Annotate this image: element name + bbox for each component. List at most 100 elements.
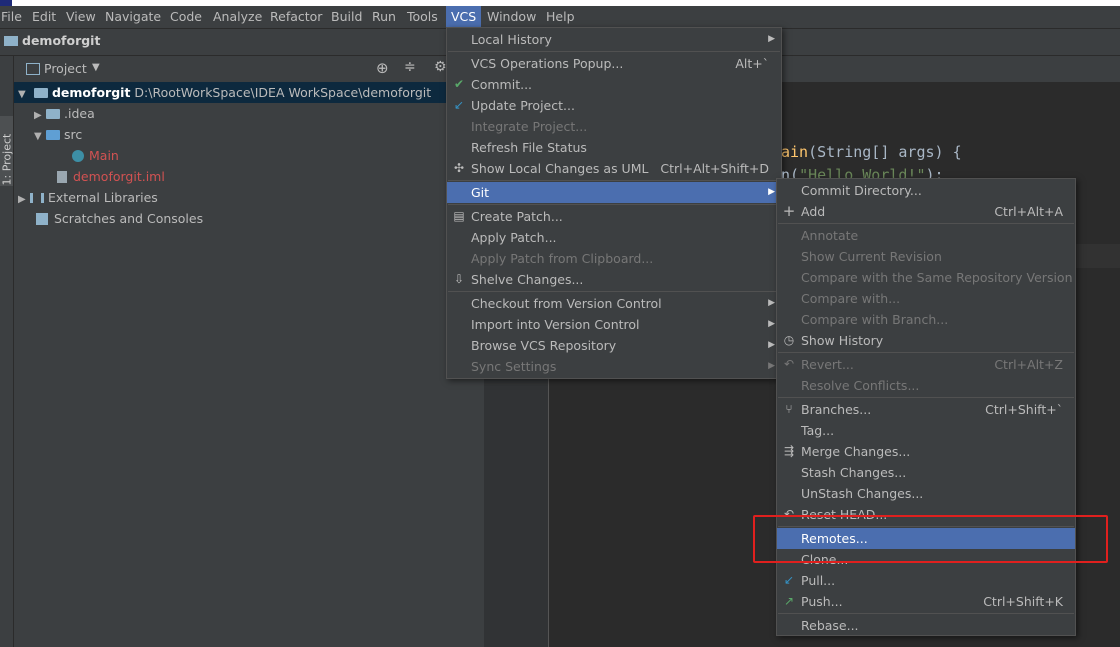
menu-analyze[interactable]: Analyze [212, 6, 263, 28]
project-view-icon [26, 63, 40, 75]
tree-ext-libs-label: External Libraries [48, 190, 158, 205]
menu-item-vcs-operations-popup[interactable]: VCS Operations Popup... Alt+` [447, 53, 781, 74]
clock-icon: ◷ [783, 333, 795, 347]
menu-item-resolve-conflicts: Resolve Conflicts... [801, 378, 920, 393]
menu-item-branches[interactable]: ⑂ Branches... Ctrl+Shift+` [777, 399, 1075, 420]
menu-item-show-history[interactable]: ◷ Show History [777, 330, 1075, 351]
menu-item-shelve-changes[interactable]: ⇩ Shelve Changes... [447, 269, 781, 290]
push-arrow-icon: ↗ [783, 594, 795, 608]
project-folder-icon [4, 36, 18, 46]
menu-edit[interactable]: Edit [31, 6, 57, 28]
tree-iml-label: demoforgit.iml [73, 169, 165, 184]
menu-item-push[interactable]: ↗ Push... Ctrl+Shift+K [777, 591, 1075, 612]
menu-item-pull[interactable]: ↙ Pull... [777, 570, 1075, 591]
menu-item-show-current-revision: Show Current Revision [801, 249, 942, 264]
module-file-icon [57, 171, 67, 183]
merge-icon: ⇶ [783, 444, 795, 458]
project-view-selector[interactable]: Project [44, 61, 87, 76]
menu-item-add[interactable]: + Add Ctrl+Alt+A [777, 201, 1075, 222]
submenu-arrow-icon: ▶ [768, 340, 775, 350]
source-folder-icon [46, 130, 60, 140]
submenu-arrow-icon: ▶ [768, 34, 775, 44]
branch-icon: ⑂ [785, 402, 793, 416]
library-icon [30, 193, 44, 203]
project-panel-header: Project ▼ ⊕ ≑ ⚙ [14, 59, 484, 81]
collapse-all-icon[interactable]: ≑ [404, 59, 416, 75]
menu-item-update-project[interactable]: ↙ Update Project... [447, 95, 781, 116]
menu-item-apply-patch-clipboard: Apply Patch from Clipboard... [471, 251, 654, 266]
menu-item-apply-patch[interactable]: Apply Patch... [447, 227, 781, 248]
submenu-arrow-icon: ▶ [768, 361, 775, 371]
tree-main-label: Main [89, 148, 119, 163]
menu-view[interactable]: View [65, 6, 97, 28]
menu-item-tag[interactable]: Tag... [777, 420, 1075, 441]
tree-idea-label: .idea [64, 106, 95, 121]
menu-refactor[interactable]: Refactor [269, 6, 323, 28]
menu-vcs[interactable]: VCS [446, 6, 482, 28]
pull-arrow-icon: ↙ [783, 573, 795, 587]
collapse-icon[interactable]: ▶ [34, 105, 46, 126]
menu-help[interactable]: Help [545, 6, 576, 28]
tree-row-external-libraries[interactable]: ▶ External Libraries [18, 187, 158, 208]
current-line-highlight [1075, 244, 1120, 268]
expand-icon[interactable]: ▼ [18, 84, 30, 105]
menu-item-stash-changes[interactable]: Stash Changes... [777, 462, 1075, 483]
menu-item-commit-directory[interactable]: Commit Directory... [777, 180, 1075, 201]
menu-item-annotate: Annotate [801, 228, 859, 243]
plus-icon: + [782, 202, 796, 220]
menu-item-local-history[interactable]: Local History ▶ [447, 29, 781, 50]
revert-icon: ↶ [783, 357, 795, 371]
tree-scratches-label: Scratches and Consoles [54, 211, 204, 226]
collapse-icon[interactable]: ▶ [18, 189, 30, 210]
menu-item-git[interactable]: Git ▶ [447, 182, 781, 203]
java-class-icon [72, 150, 84, 162]
tree-row-idea[interactable]: ▶ .idea [34, 103, 95, 124]
menu-item-compare-branch: Compare with Branch... [801, 312, 949, 327]
menu-code[interactable]: Code [169, 6, 203, 28]
patch-file-icon: ▤ [453, 209, 465, 223]
menu-item-browse-repository[interactable]: Browse VCS Repository ▶ [447, 335, 781, 356]
menu-item-rebase[interactable]: Rebase... [777, 615, 1075, 636]
annotation-highlight-box [753, 515, 1108, 563]
tree-row-src[interactable]: ▼ src [34, 124, 82, 145]
menu-run[interactable]: Run [371, 6, 397, 28]
menu-item-show-local-changes-uml[interactable]: ✣ Show Local Changes as UML Ctrl+Alt+Shift… [447, 158, 781, 179]
tree-row-scratches[interactable]: Scratches and Consoles [36, 208, 203, 229]
menu-item-unstash-changes[interactable]: UnStash Changes... [777, 483, 1075, 504]
tree-row-root[interactable]: ▼ demoforgit D:\RootWorkSpace\IDEA WorkS… [14, 82, 484, 103]
menu-tools[interactable]: Tools [406, 6, 439, 28]
locate-icon[interactable]: ⊕ [376, 59, 389, 77]
project-tool-tab-label: 1: Project [0, 133, 14, 186]
code-line-main[interactable]: ain(String[] args) { [781, 143, 962, 161]
project-folder-icon [33, 88, 48, 98]
menu-item-merge-changes[interactable]: ⇶ Merge Changes... [777, 441, 1075, 462]
tree-root-name: demoforgit [51, 85, 131, 100]
checkmark-icon: ✔ [453, 77, 465, 91]
menu-item-commit[interactable]: ✔ Commit... [447, 74, 781, 95]
menu-item-refresh-file-status[interactable]: Refresh File Status [447, 137, 781, 158]
breadcrumb-project[interactable]: demoforgit [22, 33, 100, 48]
vcs-menu: Local History ▶ VCS Operations Popup... Al… [446, 27, 782, 379]
submenu-arrow-icon: ▶ [768, 298, 775, 308]
menu-item-checkout[interactable]: Checkout from Version Control ▶ [447, 293, 781, 314]
shelve-icon: ⇩ [453, 272, 465, 286]
tree-src-label: src [64, 127, 83, 142]
menu-bar: File Edit View Navigate Code Analyze Ref… [0, 6, 1120, 29]
menu-item-import[interactable]: Import into Version Control ▶ [447, 314, 781, 335]
chevron-down-icon[interactable]: ▼ [92, 62, 100, 73]
tree-root-path: D:\RootWorkSpace\IDEA WorkSpace\demoforg… [134, 85, 432, 100]
menu-item-sync-settings: Sync Settings ▶ [447, 356, 781, 377]
expand-icon[interactable]: ▼ [34, 126, 46, 147]
uml-diagram-icon: ✣ [453, 161, 465, 175]
tree-row-iml[interactable]: demoforgit.iml [57, 166, 165, 187]
menu-window[interactable]: Window [486, 6, 537, 28]
menu-file[interactable]: File [0, 6, 23, 28]
menu-item-create-patch[interactable]: ▤ Create Patch... [447, 206, 781, 227]
menu-build[interactable]: Build [330, 6, 363, 28]
menu-item-integrate-project: Integrate Project... [471, 119, 588, 134]
tree-row-main[interactable]: Main [72, 145, 119, 166]
gear-icon[interactable]: ⚙ [434, 59, 447, 75]
update-arrow-icon: ↙ [453, 98, 465, 112]
git-submenu: Commit Directory... + Add Ctrl+Alt+A Annot… [776, 178, 1076, 636]
menu-navigate[interactable]: Navigate [104, 6, 162, 28]
